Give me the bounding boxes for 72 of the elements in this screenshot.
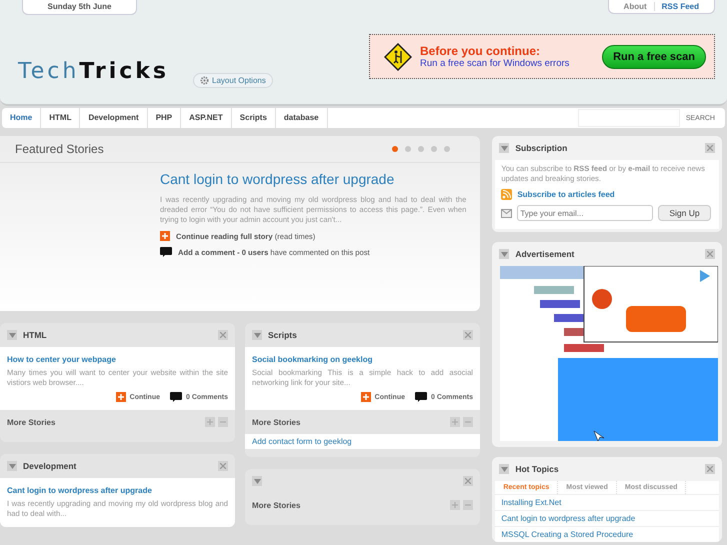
slide-dot[interactable] [392, 146, 398, 152]
plus-icon [160, 231, 170, 241]
nav-item[interactable]: HTML [41, 108, 80, 128]
plus-icon[interactable] [450, 500, 460, 510]
envelope-icon [501, 208, 512, 218]
widget-title: Hot Topics [515, 464, 560, 474]
ad-banner[interactable]: Before you continue: Run a free scan for Windows errors Run a free scan [369, 34, 715, 79]
close-icon[interactable] [218, 461, 228, 471]
date-label: Sunday 5th June [22, 0, 137, 15]
nav-item[interactable]: Home [2, 108, 42, 128]
close-icon[interactable] [218, 330, 228, 340]
topic-link[interactable]: MSSQL Creating a Stored Procedure [495, 526, 719, 542]
nav-item[interactable]: Scripts [232, 108, 276, 128]
collapse-icon[interactable] [499, 464, 510, 474]
plus-icon [116, 392, 126, 402]
collapse-icon[interactable] [499, 249, 510, 259]
close-icon[interactable] [705, 143, 715, 153]
gear-icon [200, 76, 210, 85]
more-stories-label: More Stories [252, 500, 302, 510]
comment-icon [160, 247, 172, 257]
collapse-icon[interactable] [252, 330, 262, 340]
close-icon[interactable] [705, 249, 715, 259]
nav-item[interactable]: ASP.NET [181, 108, 232, 128]
email-field[interactable]: Type your email... [517, 205, 654, 221]
free-scan-button[interactable]: Run a free scan [602, 44, 706, 68]
minus-icon[interactable] [463, 417, 473, 427]
plus-icon [360, 392, 371, 402]
collapse-icon[interactable] [7, 461, 17, 471]
subscribe-feed-link[interactable]: Subscribe to articles feed [517, 190, 615, 199]
sign-up-button[interactable]: Sign Up [658, 205, 711, 221]
ad-title: Before you continue: [420, 44, 542, 58]
widget-title: Scripts [268, 330, 298, 340]
nav-item[interactable]: database [276, 108, 328, 128]
widget-title: Advertisement [515, 249, 576, 259]
collapse-icon[interactable] [499, 143, 510, 153]
panel-title: Featured Stories [15, 142, 104, 156]
nav-item[interactable]: PHP [148, 108, 182, 128]
layout-options-button[interactable]: Layout Options [193, 73, 273, 88]
minus-icon[interactable] [463, 500, 473, 510]
slide-dot[interactable] [431, 146, 438, 152]
story-title-link[interactable]: Cant login to wordpress after upgrade [7, 486, 228, 495]
close-icon[interactable] [705, 464, 715, 474]
site-logo[interactable]: Tech Tricks [18, 59, 170, 84]
story-title-link[interactable]: How to center your webpage [7, 355, 228, 364]
more-stories-label: More Stories [7, 418, 56, 426]
slide-dot[interactable] [418, 146, 424, 152]
slide-dot[interactable] [444, 146, 450, 152]
nav-item[interactable]: Development [80, 108, 148, 128]
close-icon[interactable] [463, 476, 473, 486]
top-link[interactable]: About [616, 2, 654, 11]
comment-icon [170, 392, 182, 402]
top-link[interactable]: RSS Feed [654, 2, 706, 11]
topic-link[interactable]: Installing Ext.Net [495, 494, 719, 510]
plus-icon[interactable] [205, 417, 215, 427]
widget-title: Development [23, 461, 78, 471]
collapse-icon[interactable] [7, 330, 17, 340]
rss-icon [501, 189, 512, 200]
widget-title: Subscription [515, 143, 568, 153]
topic-link[interactable]: Cant login to wordpress after upgrade [495, 510, 719, 526]
featured-story-title[interactable]: Cant login to wordpress after upgrade [160, 171, 466, 187]
comment-icon [414, 392, 427, 402]
more-stories-label: More Stories [252, 418, 302, 426]
widget-title: HTML [23, 330, 48, 340]
warning-sign-icon [384, 42, 412, 70]
plus-icon[interactable] [450, 417, 460, 427]
slide-dot[interactable] [405, 146, 412, 152]
story-title-link[interactable]: Social bookmarking on geeklog [252, 355, 473, 364]
ad-subtitle: Run a free scan for Windows errors [420, 58, 570, 69]
close-icon[interactable] [463, 330, 473, 340]
minus-icon[interactable] [218, 417, 228, 427]
search-field[interactable] [578, 109, 680, 127]
collapse-icon[interactable] [252, 476, 262, 486]
